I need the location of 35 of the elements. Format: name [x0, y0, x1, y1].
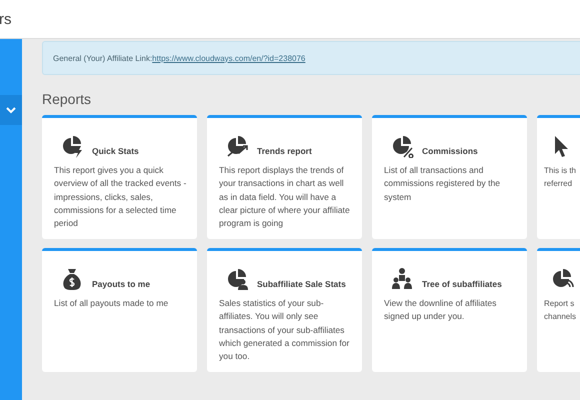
- report-description: This report displays the trends of your transactions in chart as well as in data field. You will have a clear picture of where your affiliate program is going: [219, 164, 351, 230]
- report-title: Trends report: [257, 146, 312, 156]
- report-card[interactable]: Commissions List of all transactions and commissions registered by the system: [372, 115, 527, 239]
- report-title: Tree of subaffiliates: [422, 279, 502, 289]
- pie-chart-trend-icon: [225, 134, 249, 158]
- report-description: View the downline of affiliates signed up under you.: [384, 297, 498, 324]
- page-title: rs: [0, 10, 12, 28]
- report-card[interactable]: This is th referred: [537, 115, 580, 239]
- report-card[interactable]: Payouts to me List of all payouts made to me: [42, 248, 197, 372]
- report-card[interactable]: Tree of subaffiliates View the downline of affiliates signed up under you.: [372, 248, 527, 372]
- report-card[interactable]: Subaffiliate Sale Stats Sales statistics of your sub-affiliates. You will only see transactions of your sub-affiliates which generated a commission for you too.: [207, 248, 362, 372]
- section-title: Reports: [42, 91, 92, 107]
- affiliate-link[interactable]: https://www.cloudways.com/en/?id=238076: [152, 54, 306, 62]
- pie-chart-percent-icon: [390, 134, 414, 158]
- report-description: This is th: [544, 165, 576, 177]
- report-card[interactable]: Quick Stats This report gives you a quick overview of all the tracked events - impressions, clicks, sales, commissions for a selected time period: [42, 115, 197, 239]
- report-description: This report gives you a quick overview of all the tracked events - impressions, clicks, sales, commissions for a selected time period: [54, 164, 187, 230]
- report-title: Commissions: [422, 146, 478, 156]
- report-description: List of all transactions and commissions registered by the system: [384, 164, 502, 204]
- chevron-down-icon: [6, 106, 16, 114]
- report-card[interactable]: Trends report This report displays the trends of your transactions in chart as well as in data field. You will have a clear picture of where your affiliate program is going: [207, 115, 362, 239]
- report-description: Report s: [544, 298, 574, 310]
- report-title: Subaffiliate Sale Stats: [257, 279, 346, 289]
- report-card[interactable]: Report s channels: [537, 248, 580, 372]
- report-description: channels: [544, 311, 576, 324]
- sidebar-toggle-button[interactable]: [0, 95, 22, 125]
- report-title: Payouts to me: [92, 279, 150, 289]
- people-icon: [390, 267, 414, 291]
- pie-chart-user-icon: [225, 267, 249, 291]
- affiliate-link-label: General (Your) Affiliate Link:: [53, 54, 152, 62]
- report-title: Quick Stats: [92, 146, 139, 156]
- report-description: referred: [544, 178, 572, 190]
- report-description: Sales statistics of your sub-affiliates. You will only see transactions of your sub-affiliates which generated a commission for you too.: [219, 297, 350, 364]
- report-description: List of all payouts made to me: [54, 297, 170, 310]
- pie-chart-bolt-icon: [60, 134, 84, 158]
